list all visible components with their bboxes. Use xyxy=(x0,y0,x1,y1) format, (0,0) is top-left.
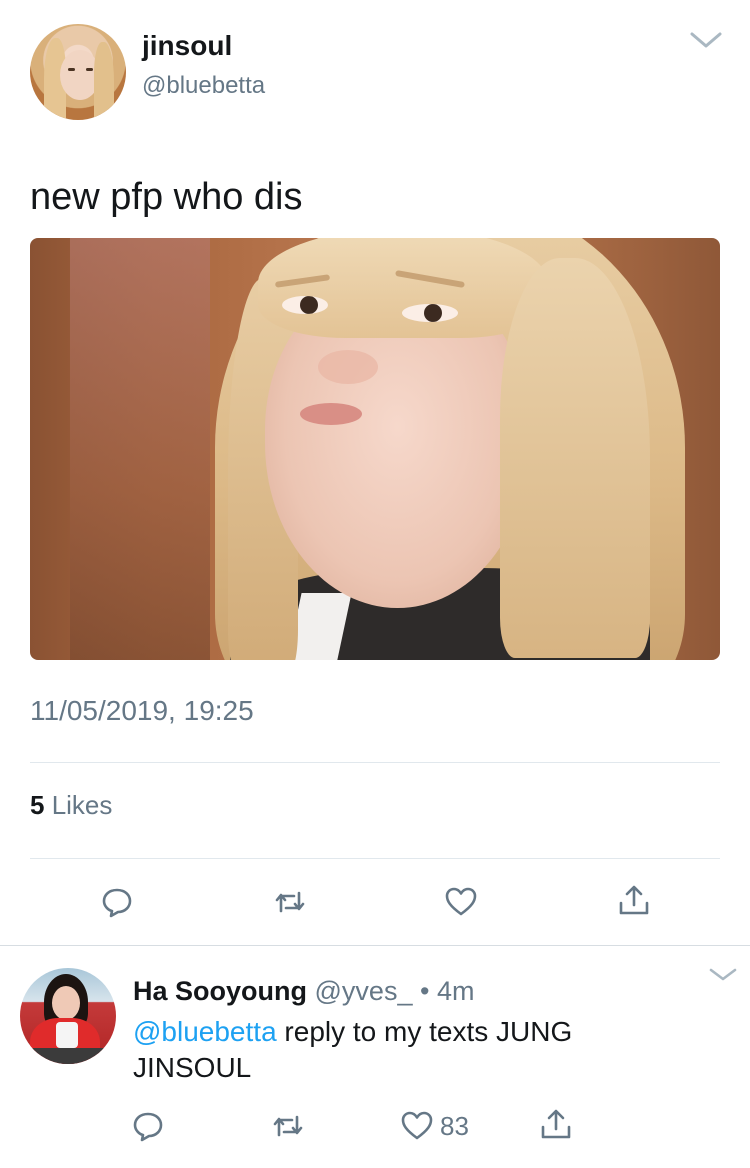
reply-handle[interactable]: @yves_ xyxy=(315,976,413,1006)
reply-display-name[interactable]: Ha Sooyoung xyxy=(133,976,307,1006)
reply-icon xyxy=(133,1112,163,1142)
divider xyxy=(30,762,720,763)
chevron-down-icon[interactable] xyxy=(688,28,724,52)
reply-button[interactable] xyxy=(97,882,137,922)
reply-reply-button[interactable] xyxy=(128,1106,168,1146)
reply-header: Ha Sooyoung @yves_ • 4m xyxy=(133,976,474,1007)
retweet-icon xyxy=(273,1115,303,1137)
share-icon xyxy=(541,1109,571,1139)
author-display-name[interactable]: jinsoul xyxy=(142,30,232,62)
reply-retweet-button[interactable] xyxy=(268,1106,308,1146)
tweet-photo[interactable] xyxy=(30,238,720,660)
retweet-icon xyxy=(275,891,305,913)
like-icon xyxy=(401,1111,433,1140)
reply-time[interactable]: 4m xyxy=(437,976,475,1006)
like-button[interactable] xyxy=(441,882,481,922)
likes-count: 5 xyxy=(30,790,45,820)
author-avatar[interactable] xyxy=(30,24,126,120)
reply-author-avatar[interactable] xyxy=(20,968,116,1064)
divider xyxy=(30,858,720,859)
like-icon xyxy=(445,887,477,916)
reply-text: @bluebetta reply to my texts JUNG JINSOU… xyxy=(133,1014,653,1086)
share-icon xyxy=(619,885,649,915)
tweet-text: new pfp who dis xyxy=(30,176,303,218)
reply-icon xyxy=(102,888,132,918)
tweet-timestamp[interactable]: 11/05/2019, 19:25 xyxy=(30,695,254,727)
reply-mention-link[interactable]: @bluebetta xyxy=(133,1016,277,1047)
reply-like-button[interactable]: 83 xyxy=(400,1106,469,1146)
reply-share-button[interactable] xyxy=(536,1104,576,1144)
reply-separator: • xyxy=(412,976,437,1006)
share-button[interactable] xyxy=(614,880,654,920)
likes-label: Likes xyxy=(44,790,113,820)
retweet-button[interactable] xyxy=(270,882,310,922)
likes-summary[interactable]: 5 Likes xyxy=(30,790,112,821)
author-handle[interactable]: @bluebetta xyxy=(142,72,265,100)
reply-like-count: 83 xyxy=(440,1110,469,1141)
section-divider xyxy=(0,945,750,946)
chevron-down-icon[interactable] xyxy=(708,966,738,984)
